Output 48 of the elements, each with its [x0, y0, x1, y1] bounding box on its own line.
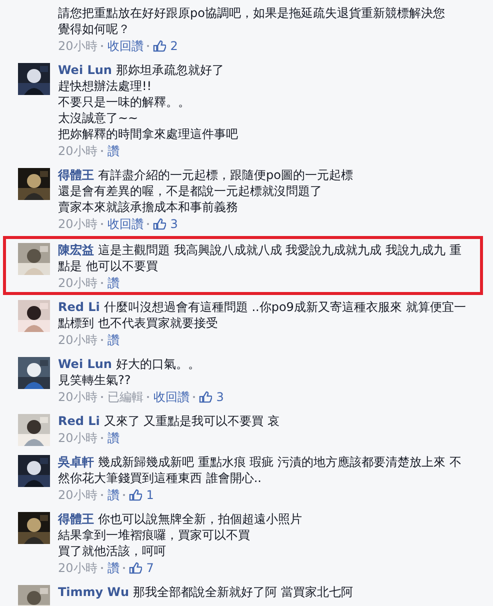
comment-text: 吳卓軒 幾成新歸幾成新吧 重點水痕 瑕疵 污漬的地方應該都要清楚放上來 不然你花大筆錢買到這種東西 誰會開心..	[58, 454, 462, 486]
timestamp[interactable]: 20小時	[58, 143, 98, 159]
author-link[interactable]: Timmy Wu	[58, 585, 130, 599]
author-link[interactable]: 陳宏益	[58, 243, 94, 257]
comment-text: Wei Lun 好大的口氣。。 見笑轉生氣??	[58, 356, 201, 388]
author-link[interactable]: 得體王	[58, 168, 94, 182]
comment-text: 陳宏益 這是主觀問題 我高興說八成就八成 我愛說九成就九成 我說九成九 重點是 他可以不要買	[58, 242, 462, 274]
timestamp[interactable]: 20小時	[58, 275, 98, 291]
author-link[interactable]: 得體王	[58, 512, 94, 526]
thumbs-up-icon[interactable]	[153, 218, 166, 230]
thumbs-up-icon[interactable]	[129, 489, 142, 501]
like-count[interactable]: 3	[170, 216, 178, 232]
author-link[interactable]: Wei Lun	[58, 63, 112, 77]
timestamp[interactable]: 20小時	[58, 216, 98, 232]
comment-text: 得體王 你也可以說無牌全新，拍個超遠小照片 結果拿到一堆褶痕囉，買家可以不買 買了就他活該，呵呵	[58, 511, 303, 559]
like-count[interactable]: 2	[170, 38, 178, 54]
thumbs-up-icon[interactable]	[153, 40, 166, 52]
like-count[interactable]: 1	[146, 487, 154, 503]
like-link[interactable]: 收回讚	[107, 216, 144, 232]
comment-text: Timmy Wu 那我全部都說全新就好了阿 當買家北七阿	[58, 584, 354, 600]
comment-text: Red Li 又來了 又重點是我可以不要買 哀	[58, 413, 281, 429]
timestamp[interactable]: 20小時	[58, 332, 98, 348]
timestamp[interactable]: 20小時	[58, 430, 98, 446]
like-count[interactable]: 3	[216, 389, 224, 405]
timestamp[interactable]: 20小時	[58, 560, 98, 576]
like-link[interactable]: 讚	[107, 560, 120, 576]
thumbs-up-icon[interactable]	[129, 562, 142, 574]
like-count[interactable]: 7	[146, 560, 154, 576]
like-link[interactable]: 收回讚	[107, 38, 144, 54]
comment-text: 得體王 有詳盡介紹的一元起標，跟隨便po圖的一元起標 還是會有差異的喔，不是都說一元起標就沒問題了 賣家本來就該承擔成本和事前義務	[58, 167, 354, 215]
author-link[interactable]: Red Li	[58, 414, 100, 428]
like-link[interactable]: 收回讚	[153, 389, 190, 405]
edited-label[interactable]: 已編輯	[107, 389, 144, 405]
like-link[interactable]: 讚	[107, 275, 120, 291]
timestamp[interactable]: 20小時	[58, 487, 98, 503]
like-link[interactable]: 讚	[107, 430, 120, 446]
author-link[interactable]: Wei Lun	[58, 357, 112, 371]
comment-text: 請您把重點放在好好跟原po協調吧，如果是拖延疏失退貨重新競標解決您 覺得如何呢？	[58, 5, 446, 37]
thumbs-up-icon[interactable]	[199, 391, 212, 403]
author-link[interactable]: Red Li	[58, 300, 100, 314]
like-link[interactable]: 讚	[107, 332, 120, 348]
comment-text: Wei Lun 那妳坦承疏忽就好了 趕快想辦法處理!! 不要只是一味的解釋。。 太沒誠意了~~ 把妳解釋的時間拿來處理這件事吧	[58, 62, 239, 142]
author-link[interactable]: 吳卓軒	[58, 455, 94, 469]
comment-text: Red Li 什麼叫沒想過會有這種問題 ..你po9成新又寄這種衣服來 就算便宜一點標到 也不代表買家就要接受	[58, 299, 467, 331]
like-link[interactable]: 讚	[107, 143, 120, 159]
like-link[interactable]: 讚	[107, 487, 120, 503]
timestamp[interactable]: 20小時	[58, 389, 98, 405]
timestamp[interactable]: 20小時	[58, 38, 98, 54]
